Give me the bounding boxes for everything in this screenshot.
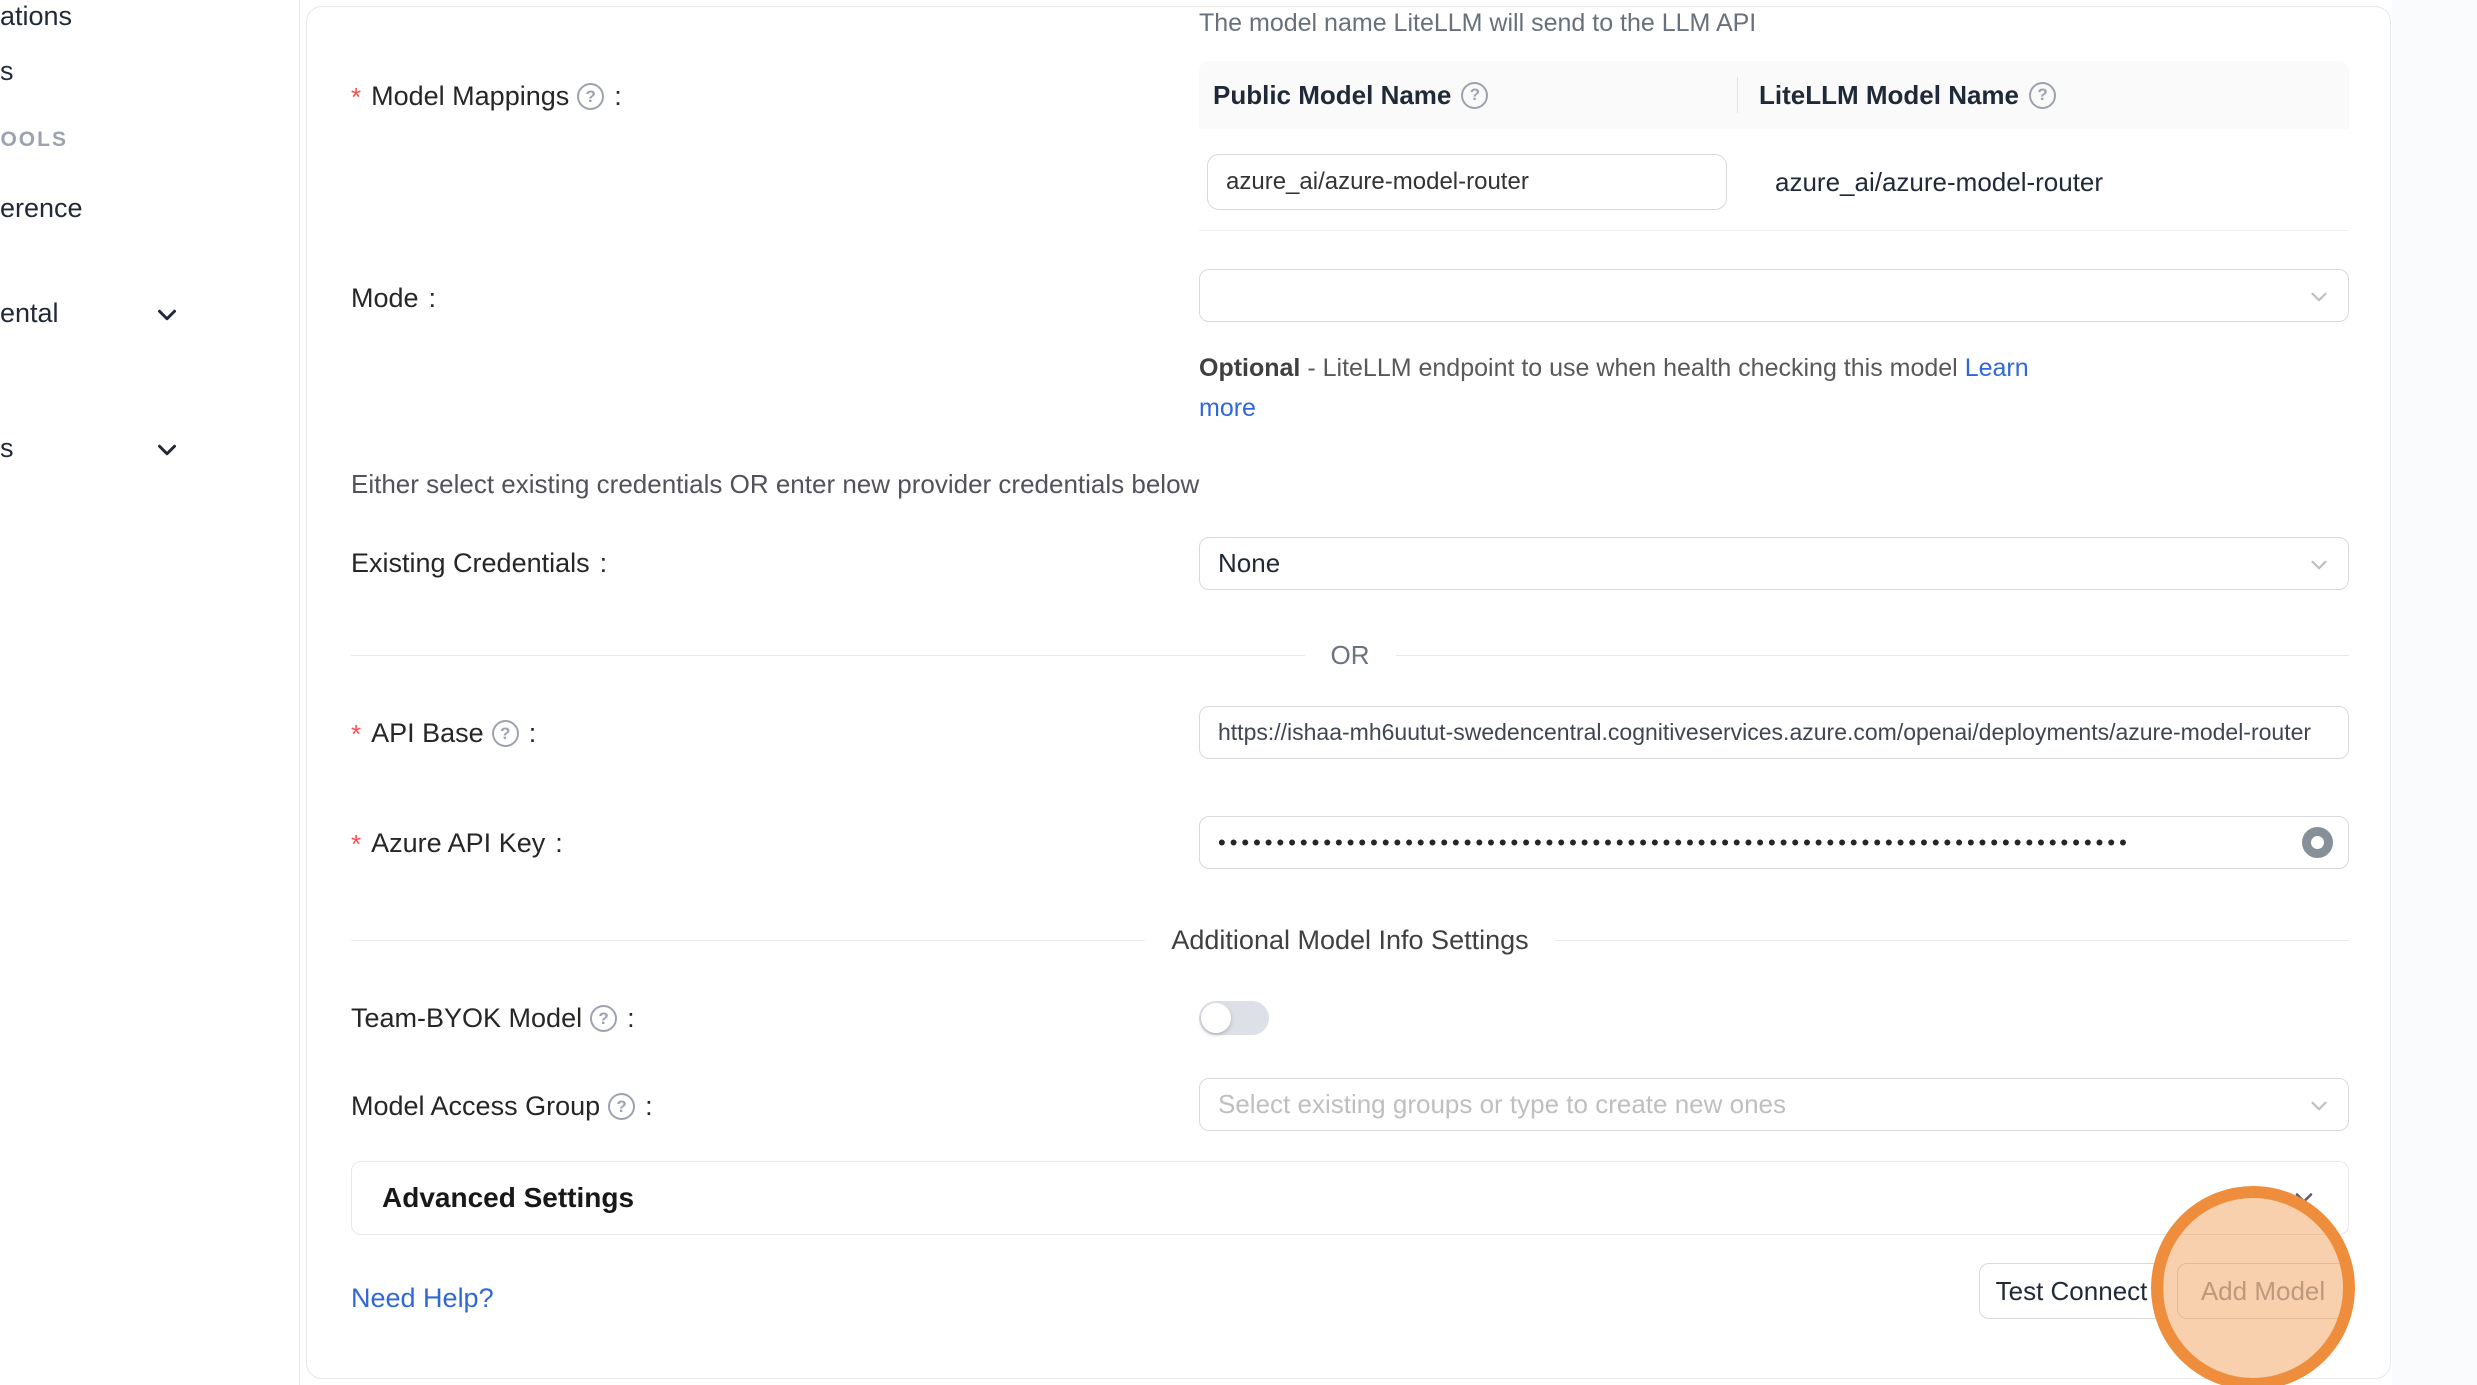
add-model-button[interactable]: Add Model bbox=[2177, 1263, 2349, 1319]
azure-api-key-input[interactable] bbox=[1199, 816, 2349, 869]
advanced-settings-panel[interactable]: Advanced Settings bbox=[351, 1161, 2349, 1235]
sidebar-item[interactable]: erence bbox=[0, 193, 83, 224]
need-help-link[interactable]: Need Help? bbox=[351, 1283, 494, 1314]
chevron-down-icon bbox=[2306, 552, 2332, 578]
existing-credentials-select[interactable]: None bbox=[1199, 537, 2349, 590]
chevron-down-icon[interactable] bbox=[152, 300, 182, 330]
table-row-border bbox=[1199, 230, 2349, 231]
required-mark: * bbox=[351, 831, 361, 857]
help-icon[interactable]: ? bbox=[608, 1093, 635, 1120]
team-byok-toggle[interactable] bbox=[1199, 1001, 1269, 1035]
divider-line bbox=[351, 940, 1145, 941]
chevron-down-icon bbox=[2306, 1093, 2332, 1119]
chevron-down-icon[interactable] bbox=[152, 435, 182, 465]
litellm-model-name-value: azure_ai/azure-model-router bbox=[1775, 167, 2103, 198]
mode-label: Mode : bbox=[351, 283, 436, 314]
model-mappings-table-header: Public Model Name ? LiteLLM Model Name ? bbox=[1199, 61, 2349, 129]
table-header-public-model-name: Public Model Name ? bbox=[1213, 61, 1488, 129]
chevron-down-icon bbox=[2290, 1184, 2318, 1212]
public-model-name-input[interactable] bbox=[1207, 154, 1727, 210]
model-access-group-label: Model Access Group ? : bbox=[351, 1091, 653, 1122]
required-mark: * bbox=[351, 721, 361, 747]
column-divider bbox=[1737, 77, 1738, 113]
additional-info-divider: Additional Model Info Settings bbox=[351, 925, 2349, 956]
team-byok-label: Team-BYOK Model ? : bbox=[351, 1003, 635, 1034]
mode-select[interactable] bbox=[1199, 269, 2349, 322]
api-base-label: * API Base ? : bbox=[351, 718, 536, 749]
sidebar-item[interactable]: s bbox=[0, 433, 14, 464]
help-icon[interactable]: ? bbox=[2029, 82, 2056, 109]
help-icon[interactable]: ? bbox=[577, 83, 604, 110]
existing-credentials-value: None bbox=[1218, 548, 1280, 579]
sidebar: ations s TOOLS erence ental s bbox=[0, 0, 300, 1385]
help-icon[interactable]: ? bbox=[1461, 82, 1488, 109]
divider-line bbox=[351, 655, 1305, 656]
model-access-group-select[interactable]: Select existing groups or type to create… bbox=[1199, 1078, 2349, 1131]
sidebar-item[interactable]: s bbox=[0, 56, 14, 87]
divider-line bbox=[1555, 940, 2349, 941]
chevron-down-icon bbox=[2306, 284, 2332, 310]
help-icon[interactable]: ? bbox=[590, 1005, 617, 1032]
or-divider: OR bbox=[351, 640, 2349, 671]
sidebar-section-tools: TOOLS bbox=[0, 128, 68, 152]
sidebar-item[interactable]: ental bbox=[0, 298, 59, 329]
required-mark: * bbox=[351, 84, 361, 110]
table-header-litellm-model-name: LiteLLM Model Name ? bbox=[1759, 61, 2056, 129]
model-mappings-label: * Model Mappings ? : bbox=[351, 81, 622, 112]
add-model-page: ations s TOOLS erence ental s The model … bbox=[0, 0, 2477, 1385]
help-icon[interactable]: ? bbox=[492, 720, 519, 747]
azure-api-key-label: * Azure API Key : bbox=[351, 828, 563, 859]
model-access-group-placeholder: Select existing groups or type to create… bbox=[1218, 1089, 1786, 1120]
divider-line bbox=[1396, 655, 2350, 656]
add-model-form-card: The model name LiteLLM will send to the … bbox=[306, 6, 2391, 1379]
additional-info-divider-label: Additional Model Info Settings bbox=[1171, 925, 1528, 956]
eye-icon[interactable] bbox=[2302, 827, 2333, 858]
test-connect-button[interactable]: Test Connect bbox=[1979, 1263, 2164, 1319]
page-background bbox=[2392, 0, 2477, 1385]
credentials-note: Either select existing credentials OR en… bbox=[351, 469, 1199, 500]
sidebar-item[interactable]: ations bbox=[0, 1, 72, 32]
existing-credentials-label: Existing Credentials : bbox=[351, 548, 607, 579]
toggle-knob bbox=[1201, 1003, 1231, 1033]
or-divider-label: OR bbox=[1331, 640, 1370, 671]
advanced-settings-title: Advanced Settings bbox=[382, 1182, 634, 1214]
mode-help-text: Optional - LiteLLM endpoint to use when … bbox=[1199, 348, 2059, 428]
litellm-model-name-helper: The model name LiteLLM will send to the … bbox=[1199, 9, 1756, 38]
api-base-input[interactable] bbox=[1199, 706, 2349, 759]
azure-api-key-field bbox=[1199, 816, 2349, 869]
